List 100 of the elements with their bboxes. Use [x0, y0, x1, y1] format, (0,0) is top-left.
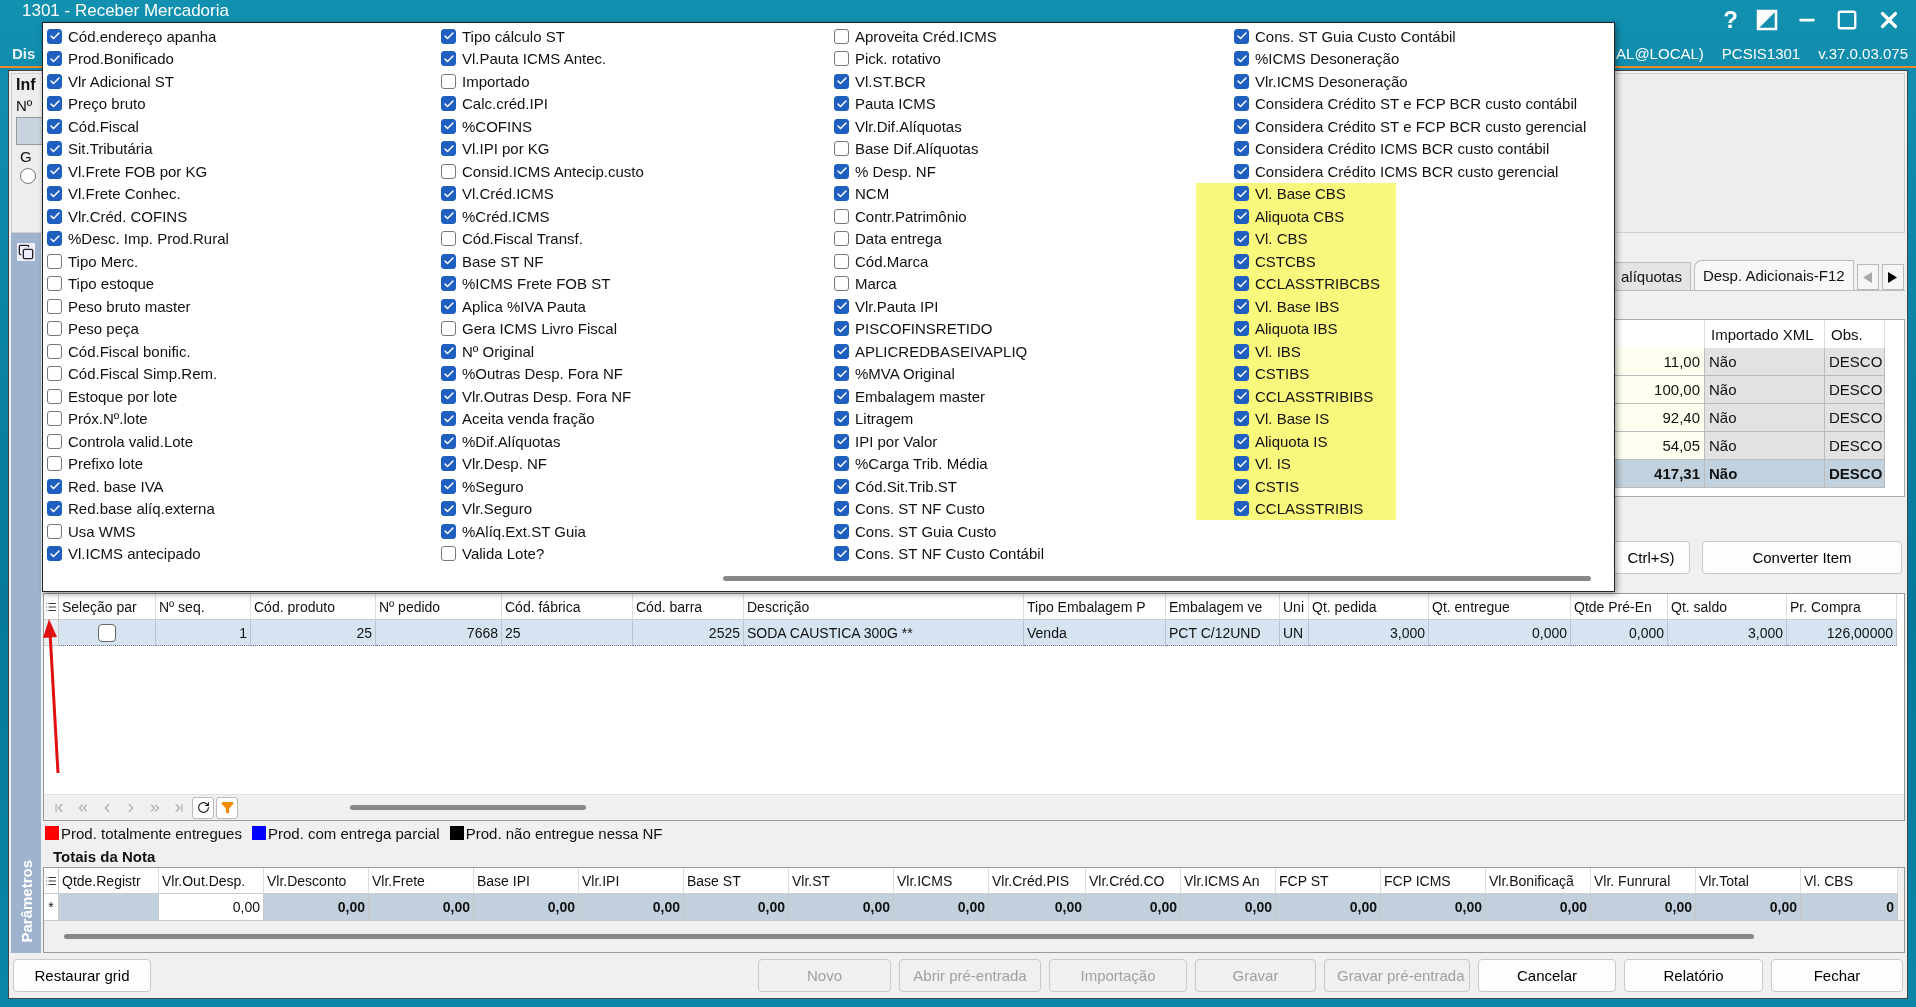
column-option[interactable]: %Créd.ICMS: [441, 205, 834, 228]
checkbox[interactable]: [834, 388, 849, 404]
checkbox[interactable]: [1234, 253, 1249, 269]
checkbox[interactable]: [441, 478, 456, 494]
column-option[interactable]: Considera Crédito ICMS BCR custo gerencial: [1196, 160, 1614, 183]
column-option[interactable]: Vl.Créd.ICMS: [441, 182, 834, 205]
checkbox[interactable]: [1234, 366, 1249, 382]
checkbox[interactable]: [441, 388, 456, 404]
column-option[interactable]: Cód.endereço apanha: [47, 25, 441, 48]
column-option[interactable]: Vl.Pauta ICMS Antec.: [441, 47, 834, 70]
checkbox[interactable]: [834, 321, 849, 337]
checkbox[interactable]: [834, 73, 849, 89]
column-option[interactable]: %Carga Trib. Média: [834, 452, 1196, 475]
column-option[interactable]: APLICREDBASEIVAPLIQ: [834, 340, 1196, 363]
column-option[interactable]: Vlr.Pauta IPI: [834, 295, 1196, 318]
checkbox[interactable]: [1234, 321, 1249, 337]
checkbox[interactable]: [47, 546, 62, 562]
column-option[interactable]: Cons. ST Guia Custo: [834, 520, 1196, 543]
tab[interactable]: Desp. Adicionais-F12: [1693, 260, 1854, 290]
checkbox[interactable]: [834, 276, 849, 292]
action-button[interactable]: Relatório: [1624, 959, 1763, 992]
checkbox[interactable]: [47, 388, 62, 404]
column-option[interactable]: Tipo Merc.: [47, 250, 441, 273]
column-option[interactable]: %Dif.Alíquotas: [441, 430, 834, 453]
column-option[interactable]: Cons. ST Guia Custo Contábil: [1196, 25, 1614, 48]
checkbox[interactable]: [1234, 118, 1249, 134]
checkbox[interactable]: [47, 276, 62, 292]
column-header[interactable]: Descrição: [744, 594, 1024, 620]
checkbox[interactable]: [47, 141, 62, 157]
column-option[interactable]: Aceita venda fração: [441, 407, 834, 430]
checkbox[interactable]: [834, 478, 849, 494]
checkbox[interactable]: [47, 321, 62, 337]
column-header[interactable]: Vlr.Frete: [369, 868, 474, 894]
checkbox[interactable]: [1234, 163, 1249, 179]
checkbox[interactable]: [441, 118, 456, 134]
column-option[interactable]: Aliquota IS: [1196, 430, 1396, 453]
checkbox[interactable]: [441, 501, 456, 517]
checkbox[interactable]: [441, 208, 456, 224]
radio-button[interactable]: [20, 168, 36, 184]
checkbox[interactable]: [834, 141, 849, 157]
column-option[interactable]: Aliquota CBS: [1196, 205, 1396, 228]
checkbox[interactable]: [1234, 231, 1249, 247]
column-option[interactable]: Próx.Nº.lote: [47, 407, 441, 430]
checkbox[interactable]: [441, 343, 456, 359]
checkbox[interactable]: [834, 523, 849, 539]
tab[interactable]: alíquotas: [1612, 262, 1691, 290]
column-option[interactable]: Vl.Frete FOB por KG: [47, 160, 441, 183]
scrollbar-thumb[interactable]: [723, 575, 1591, 581]
checkbox[interactable]: [441, 231, 456, 247]
checkbox[interactable]: [834, 208, 849, 224]
column-option[interactable]: NCM: [834, 182, 1196, 205]
checkbox[interactable]: [834, 411, 849, 427]
column-option[interactable]: %COFINS: [441, 115, 834, 138]
action-button[interactable]: Cancelar: [1478, 959, 1616, 992]
column-option[interactable]: Cód.Marca: [834, 250, 1196, 273]
column-header[interactable]: Vlr.Total: [1696, 868, 1801, 894]
checkbox[interactable]: [834, 456, 849, 472]
column-option[interactable]: Cons. ST NF Custo Contábil: [834, 542, 1196, 565]
checkbox[interactable]: [834, 118, 849, 134]
column-header[interactable]: Base IPI: [474, 868, 579, 894]
column-option[interactable]: Aproveita Créd.ICMS: [834, 25, 1196, 48]
checkbox[interactable]: [47, 231, 62, 247]
column-option[interactable]: CSTIS: [1196, 475, 1396, 498]
checkbox[interactable]: [47, 51, 62, 67]
column-option[interactable]: Vl. Base IBS: [1196, 295, 1396, 318]
column-header[interactable]: Vlr.IPI: [579, 868, 684, 894]
checkbox[interactable]: [1234, 208, 1249, 224]
column-option[interactable]: Data entrega: [834, 227, 1196, 250]
checkbox[interactable]: [47, 163, 62, 179]
column-header[interactable]: Cód. produto: [251, 594, 376, 620]
checkbox[interactable]: [47, 433, 62, 449]
column-option[interactable]: IPI por Valor: [834, 430, 1196, 453]
column-option[interactable]: %Outras Desp. Fora NF: [441, 362, 834, 385]
column-option[interactable]: Red. base IVA: [47, 475, 441, 498]
column-option[interactable]: Pauta ICMS: [834, 92, 1196, 115]
column-header[interactable]: Base ST: [684, 868, 789, 894]
column-option[interactable]: Vl.IPI por KG: [441, 137, 834, 160]
checkbox[interactable]: [47, 523, 62, 539]
checkbox[interactable]: [47, 411, 62, 427]
column-header[interactable]: Qt. pedida: [1309, 594, 1429, 620]
column-header[interactable]: Vl. CBS: [1801, 868, 1898, 894]
checkbox[interactable]: [1234, 478, 1249, 494]
checkbox[interactable]: [47, 366, 62, 382]
checkbox[interactable]: [1234, 51, 1249, 67]
column-header[interactable]: Vlr.Out.Desp.: [159, 868, 264, 894]
column-option[interactable]: Aliquota IBS: [1196, 317, 1396, 340]
checkbox[interactable]: [441, 411, 456, 427]
column-option[interactable]: Vl. Base CBS: [1196, 182, 1396, 205]
column-option[interactable]: Vlr.Desp. NF: [441, 452, 834, 475]
checkbox[interactable]: [834, 366, 849, 382]
checkbox[interactable]: [1234, 141, 1249, 157]
column-option[interactable]: CCLASSTRIBIBS: [1196, 385, 1396, 408]
column-option[interactable]: Vl.ICMS antecipado: [47, 542, 441, 565]
column-option[interactable]: Contr.Patrimônio: [834, 205, 1196, 228]
column-header[interactable]: Vlr.ST: [789, 868, 894, 894]
column-header[interactable]: Vlr.Bonificaçã: [1486, 868, 1591, 894]
column-option[interactable]: CCLASSTRIBCBS: [1196, 272, 1396, 295]
checkbox[interactable]: [834, 186, 849, 202]
checkbox[interactable]: [441, 96, 456, 112]
column-option[interactable]: Vlr Adicional ST: [47, 70, 441, 93]
